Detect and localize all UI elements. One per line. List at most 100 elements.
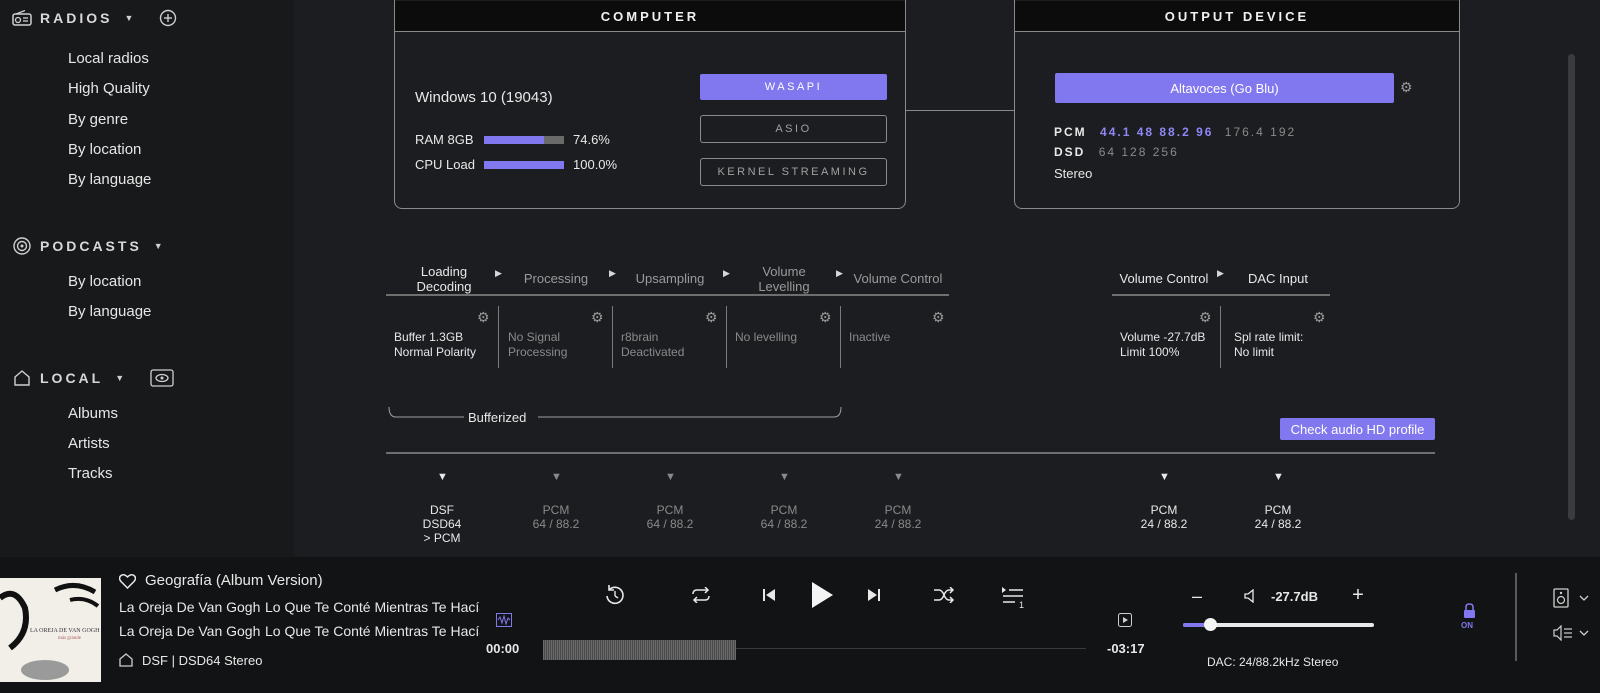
sidebar-item-tracks[interactable]: Tracks: [68, 465, 112, 482]
stage-volume-control: Volume Control: [853, 271, 943, 286]
down-triangle-icon: ▼: [1273, 471, 1284, 483]
previous-track-icon[interactable]: [761, 586, 777, 604]
queue-count: 1: [1019, 600, 1025, 610]
player-bar: LA OREJA DE VAN GOGH más grande Geografí…: [0, 557, 1600, 693]
volume-down-button[interactable]: –: [1190, 586, 1204, 606]
format-loading: DSF DSD64 > PCM: [422, 503, 462, 545]
ram-bar: [484, 136, 564, 144]
cpu-value: 100.0%: [573, 157, 618, 172]
check-audio-hd-button[interactable]: Check audio HD profile: [1280, 418, 1435, 440]
sidebar-item-artists[interactable]: Artists: [68, 435, 110, 452]
cover-artist-text: LA OREJA DE VAN GOGH: [30, 628, 100, 634]
stage-processing: Processing: [523, 271, 589, 286]
seek-bar[interactable]: [543, 637, 1086, 662]
asio-button[interactable]: ASIO: [700, 115, 887, 143]
kernel-streaming-button[interactable]: KERNEL STREAMING: [700, 158, 887, 186]
down-triangle-icon: ▼: [893, 471, 904, 483]
stage-separator: [726, 306, 727, 368]
stage-output-volume-control: Volume Control: [1119, 271, 1209, 286]
shuffle-icon[interactable]: [932, 585, 956, 605]
down-triangle-icon: ▼: [779, 471, 790, 483]
cpu-bar-fill: [484, 161, 564, 169]
chevron-down-icon[interactable]: ▼: [115, 373, 124, 383]
chevron-down-icon[interactable]: [1578, 628, 1590, 638]
down-triangle-icon: ▼: [1159, 471, 1170, 483]
lock-state: ON: [1461, 621, 1473, 630]
pcm-label: PCM: [1054, 125, 1087, 139]
radios-section-header[interactable]: RADIOS ▼: [12, 8, 177, 28]
arrow-right-icon: ▶: [1217, 268, 1224, 278]
stage-dac-input: DAC Input: [1248, 271, 1308, 286]
sidebar-item-local-radios[interactable]: Local radios: [68, 50, 149, 67]
sidebar-item-podcasts-by-location[interactable]: By location: [68, 273, 141, 290]
volume-slider[interactable]: [1183, 618, 1374, 631]
play-button[interactable]: [808, 579, 836, 611]
next-track-icon[interactable]: [866, 586, 882, 604]
scrollbar[interactable]: [1568, 54, 1575, 520]
down-triangle-icon: ▼: [551, 471, 562, 483]
volume-slider-knob[interactable]: [1203, 618, 1217, 631]
chevron-down-icon[interactable]: ▼: [124, 13, 133, 23]
ram-label: RAM 8GB: [415, 132, 474, 147]
gear-icon[interactable]: ⚙: [1199, 310, 1213, 324]
gear-icon[interactable]: ⚙: [819, 310, 833, 324]
sidebar-item-albums[interactable]: Albums: [68, 405, 118, 422]
wasapi-button[interactable]: WASAPI: [700, 74, 887, 100]
gear-icon[interactable]: ⚙: [932, 310, 946, 324]
track-title[interactable]: Geografía (Album Version): [145, 572, 323, 589]
channels: Stereo: [1054, 166, 1093, 181]
add-circle-icon[interactable]: [159, 9, 177, 27]
output-device-box: OUTPUT DEVICE Altavoces (Go Blu) ⚙ PCM 4…: [1014, 0, 1460, 209]
stage-separator: [1220, 306, 1221, 368]
album-link-2[interactable]: Lo Que Te Conté Mientras Te Hacías: [265, 623, 480, 639]
dac-info: DAC: 24/88.2kHz Stereo: [1207, 655, 1339, 669]
album-link-1[interactable]: Lo Que Te Conté Mientras Te Hacías: [265, 599, 480, 615]
replay-icon[interactable]: [603, 583, 627, 607]
vertical-divider: [1515, 573, 1517, 661]
arrow-right-icon: ▶: [836, 268, 843, 278]
stage-separator: [840, 306, 841, 368]
repeat-icon[interactable]: [689, 585, 713, 605]
volume-up-button[interactable]: +: [1350, 584, 1366, 606]
gear-icon[interactable]: ⚙: [1400, 80, 1414, 94]
sidebar-item-podcasts-by-language[interactable]: By language: [68, 303, 151, 320]
sidebar-item-by-location[interactable]: By location: [68, 141, 141, 158]
stage-volume-levelling: Volume Levelling: [758, 264, 810, 294]
local-title: LOCAL: [40, 370, 104, 386]
gear-icon[interactable]: ⚙: [591, 310, 605, 324]
waveform-icon[interactable]: [496, 613, 512, 627]
artist-link-2[interactable]: La Oreja De Van Gogh: [119, 623, 260, 639]
local-section-header[interactable]: LOCAL ▼: [12, 368, 174, 388]
format-volume: PCM 24 / 88.2: [874, 503, 922, 531]
gear-icon[interactable]: ⚙: [1313, 310, 1327, 324]
sidebar-item-by-genre[interactable]: By genre: [68, 111, 128, 128]
lock-icon[interactable]: [1461, 602, 1477, 620]
sidebar-item-by-language[interactable]: By language: [68, 171, 151, 188]
gear-icon[interactable]: ⚙: [477, 310, 491, 324]
audio-settings-icon[interactable]: [1553, 624, 1573, 642]
stage-separator: [498, 306, 499, 368]
format-upsampling: PCM 64 / 88.2: [646, 503, 694, 531]
podcasts-title: PODCASTS: [40, 238, 142, 254]
sidebar-item-high-quality[interactable]: High Quality: [68, 80, 150, 97]
artist-link-1[interactable]: La Oreja De Van Gogh: [119, 599, 260, 615]
gear-icon[interactable]: ⚙: [705, 310, 719, 324]
remaining-time: -03:17: [1107, 641, 1145, 656]
sidebar: RADIOS ▼ Local radios High Quality By ge…: [0, 0, 294, 557]
output-divider: [1112, 294, 1330, 296]
radios-title: RADIOS: [40, 10, 113, 26]
device-speaker-icon[interactable]: [1552, 588, 1570, 608]
format-levelling: PCM 64 / 88.2: [760, 503, 808, 531]
album-cover[interactable]: LA OREJA DE VAN GOGH más grande: [0, 578, 101, 682]
stage-upsampling: Upsampling: [635, 271, 705, 286]
arrow-right-icon: ▶: [723, 268, 730, 278]
eye-icon[interactable]: [150, 369, 174, 387]
podcasts-section-header[interactable]: PODCASTS ▼: [12, 236, 163, 256]
play-mini-icon[interactable]: [1117, 612, 1133, 628]
heart-icon[interactable]: [118, 572, 136, 590]
bufferized-label: Bufferized: [468, 410, 527, 425]
chevron-down-icon[interactable]: [1578, 593, 1590, 603]
format-output-volume: PCM 24 / 88.2: [1140, 503, 1188, 531]
chevron-down-icon[interactable]: ▼: [154, 241, 163, 251]
output-device-select[interactable]: Altavoces (Go Blu): [1055, 73, 1394, 103]
